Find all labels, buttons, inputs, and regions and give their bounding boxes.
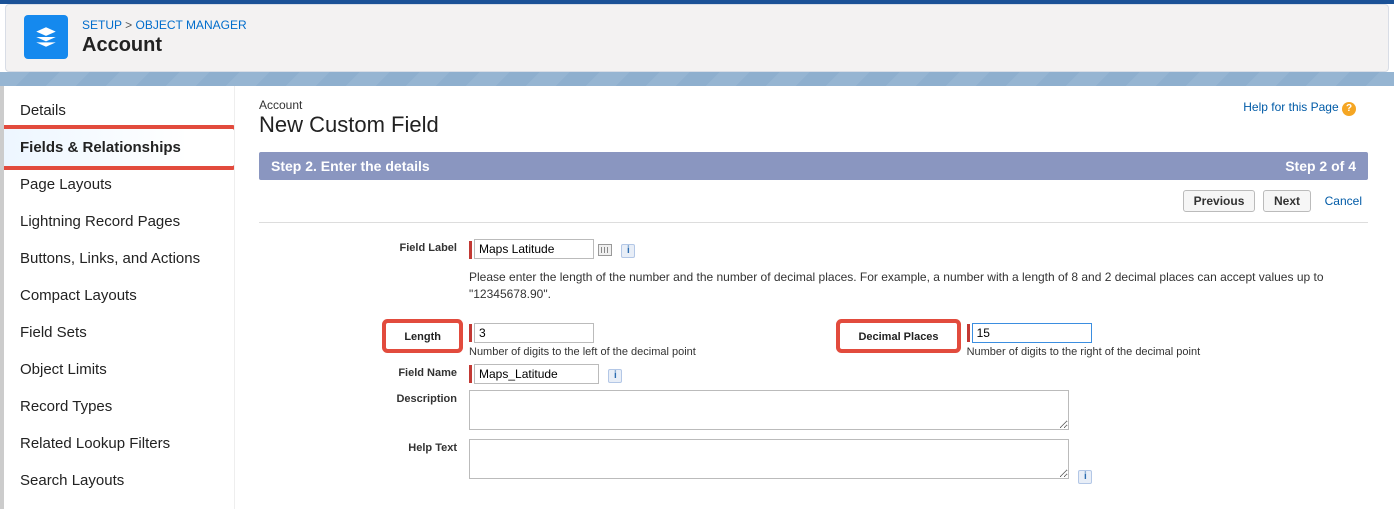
field-name-label: Field Name [289,364,469,379]
length-label-highlight: Length [386,323,459,349]
length-hint: Number of digits to the left of the deci… [469,346,840,358]
required-indicator [469,365,472,383]
field-name-input[interactable] [474,364,599,384]
help-text-label: Help Text [289,439,469,454]
sidebar-item-page-layouts[interactable]: Page Layouts [4,166,234,203]
help-link[interactable]: Help for this Page [1243,100,1338,114]
next-button[interactable]: Next [1263,190,1311,212]
step-count: Step 2 of 4 [1285,158,1356,174]
description-textarea[interactable] [469,390,1069,430]
description-label: Description [289,390,469,405]
sidebar-item-record-types[interactable]: Record Types [4,388,234,425]
object-manager-icon [24,15,68,59]
button-row: Previous Next Cancel [259,180,1368,223]
object-title: Account [82,34,247,57]
decimal-places-label: Decimal Places [858,331,938,343]
help-text-textarea[interactable] [469,439,1069,479]
help-icon: ? [1342,102,1356,116]
length-input[interactable] [474,323,594,343]
field-label-label: Field Label [289,239,469,254]
info-icon[interactable]: i [621,244,635,258]
sidebar-item-details[interactable]: Details [4,92,234,129]
field-label-input[interactable] [474,239,594,259]
page-subheading: Account [259,98,1368,112]
setup-header: SETUP > OBJECT MANAGER Account [5,4,1389,72]
sidebar-item-related-lookup-filters[interactable]: Related Lookup Filters [4,425,234,462]
form-area: Field Label i Please enter the length of… [259,223,1368,500]
step-bar: Step 2. Enter the details Step 2 of 4 [259,152,1368,180]
info-icon[interactable]: i [608,369,622,383]
decorative-wave [0,72,1394,86]
decimal-places-input[interactable] [972,323,1092,343]
sidebar-item-object-limits[interactable]: Object Limits [4,351,234,388]
step-title: Step 2. Enter the details [271,158,430,174]
breadcrumb-object-manager[interactable]: OBJECT MANAGER [135,18,246,32]
required-indicator [967,324,970,342]
breadcrumb-setup[interactable]: SETUP [82,18,122,32]
main-panel: Help for this Page ? Account New Custom … [235,86,1394,509]
previous-button[interactable]: Previous [1183,190,1256,212]
keyboard-icon [598,244,612,256]
required-indicator [469,241,472,259]
info-icon[interactable]: i [1078,470,1092,484]
sidebar-item-buttons-links-actions[interactable]: Buttons, Links, and Actions [4,240,234,277]
decimal-places-label-highlight: Decimal Places [840,323,956,349]
page-title: New Custom Field [259,112,1368,138]
help-for-page[interactable]: Help for this Page ? [1243,100,1356,116]
cancel-link[interactable]: Cancel [1325,194,1362,208]
sidebar: Details Fields & Relationships Page Layo… [0,86,235,509]
length-label: Length [404,331,441,343]
sidebar-item-search-layouts[interactable]: Search Layouts [4,462,234,499]
required-indicator [469,324,472,342]
sidebar-item-field-sets[interactable]: Field Sets [4,314,234,351]
breadcrumb: SETUP > OBJECT MANAGER [82,18,247,32]
sidebar-item-fields-relationships[interactable]: Fields & Relationships [0,129,234,166]
sidebar-item-compact-layouts[interactable]: Compact Layouts [4,277,234,314]
decimal-places-hint: Number of digits to the right of the dec… [967,346,1338,358]
length-note: Please enter the length of the number an… [469,269,1338,303]
sidebar-item-lightning-record-pages[interactable]: Lightning Record Pages [4,203,234,240]
